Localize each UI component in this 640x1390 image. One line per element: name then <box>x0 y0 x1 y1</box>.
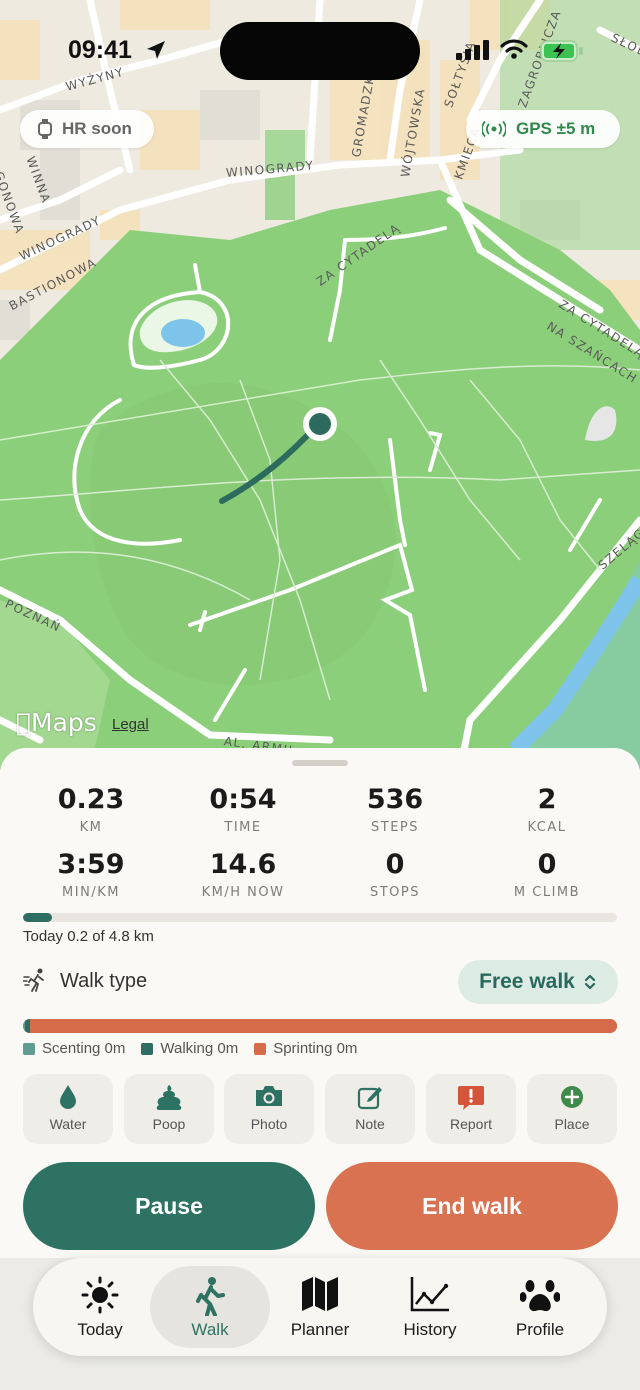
stat-label: M CLIMB <box>513 885 581 900</box>
dynamic-island <box>220 22 420 80</box>
stat-pace: 3:59 MIN/KM <box>16 849 166 900</box>
stat-label: KM <box>79 820 103 835</box>
gps-status-pill[interactable]: GPS ±5 m <box>466 110 620 148</box>
water-button[interactable]: Water <box>23 1074 113 1144</box>
walk-type-icon <box>23 968 44 992</box>
gait-legend: Scenting 0m Walking 0m Sprinting 0m <box>23 1040 357 1057</box>
walk-type-selected: Free walk <box>479 970 575 993</box>
walker-icon <box>196 1277 225 1316</box>
gps-status-label: GPS ±5 m <box>516 119 596 138</box>
stat-label: KCAL <box>527 820 567 835</box>
sheet-drag-handle[interactable] <box>292 760 348 766</box>
stat-steps: 536 STEPS <box>320 784 470 835</box>
daily-goal-text: Today 0.2 of 4.8 km <box>23 928 154 945</box>
place-button[interactable]: Place <box>527 1074 617 1144</box>
stat-distance: 0.23 KM <box>16 784 166 835</box>
report-icon <box>458 1086 484 1110</box>
note-icon <box>357 1087 382 1110</box>
legend-item-sprinting: Sprinting 0m <box>254 1040 357 1057</box>
poop-button[interactable]: Poop <box>124 1074 214 1144</box>
hr-status-pill[interactable]: HR soon <box>20 110 154 148</box>
wifi-icon <box>500 39 528 59</box>
sprinting-swatch <box>254 1042 267 1055</box>
daily-goal-progress-bar <box>23 913 617 922</box>
hr-status-label: HR soon <box>62 119 132 138</box>
stat-kcal: 2 KCAL <box>472 784 622 835</box>
chevron-up-down-icon <box>584 974 595 990</box>
note-button[interactable]: Note <box>325 1074 415 1144</box>
gait-mix-bar <box>23 1019 617 1033</box>
walk-stats-sheet: 0.23 KM 0:54 TIME 536 STEPS 2 KCAL 3:59 MIN/K… <box>0 748 640 1268</box>
stat-value: 14.6 <box>209 849 277 880</box>
walk-type-select[interactable]: Free walk <box>458 960 618 1004</box>
stat-time: 0:54 TIME <box>168 784 318 835</box>
scenting-swatch <box>23 1042 35 1055</box>
stat-label: KM/H NOW <box>201 885 285 900</box>
legend-item-walking: Walking 0m <box>141 1040 238 1057</box>
legend-item-scenting: Scenting 0m <box>23 1040 125 1057</box>
progress-fill <box>23 913 52 922</box>
photo-button[interactable]: Photo <box>224 1074 314 1144</box>
stat-value: 536 <box>366 784 424 815</box>
status-bar: 09:41 <box>0 0 640 100</box>
map-view[interactable]: WYŻYNY SOŁTYSIA ZAGROBLICZA SŁOB WINOGRA… <box>0 0 640 770</box>
stat-value: 0 <box>385 849 405 880</box>
add-place-icon <box>561 1086 583 1108</box>
gait-segment-sprinting <box>30 1019 617 1033</box>
camera-icon <box>256 1086 282 1106</box>
watch-icon <box>38 119 52 139</box>
apple-icon:  <box>16 708 31 737</box>
tab-profile[interactable]: Profile <box>480 1266 600 1348</box>
stat-label: STOPS <box>369 885 421 900</box>
gps-signal-icon <box>482 121 506 137</box>
report-button[interactable]: Report <box>426 1074 516 1144</box>
stat-speed: 14.6 KM/H NOW <box>168 849 318 900</box>
stat-label: STEPS <box>371 820 419 835</box>
walk-type-label: Walk type <box>60 970 148 992</box>
location-arrow-icon <box>147 41 165 59</box>
stat-climb: 0 M CLIMB <box>472 849 622 900</box>
stat-label: MIN/KM <box>62 885 120 900</box>
cellular-signal-icon <box>456 40 489 60</box>
map-icon <box>302 1277 338 1311</box>
chart-icon <box>410 1277 449 1312</box>
tab-planner[interactable]: Planner <box>260 1266 380 1348</box>
sun-icon <box>81 1276 119 1314</box>
tab-walk[interactable]: Walk <box>150 1266 270 1348</box>
end-walk-button[interactable]: End walk <box>326 1162 618 1250</box>
poop-icon <box>156 1085 182 1110</box>
walking-swatch <box>141 1042 154 1055</box>
tab-bar: Today Walk Planner History Profile <box>33 1258 607 1356</box>
stat-value: 0 <box>537 849 557 880</box>
pause-button[interactable]: Pause <box>23 1162 315 1250</box>
paw-icon <box>520 1280 560 1312</box>
water-drop-icon <box>60 1085 76 1109</box>
stat-stops: 0 STOPS <box>320 849 470 900</box>
stat-value: 0:54 <box>209 784 277 815</box>
battery-charging-icon <box>540 40 583 62</box>
legal-link[interactable]: Legal <box>112 716 149 733</box>
status-time: 09:41 <box>68 36 132 64</box>
stat-label: TIME <box>224 820 262 835</box>
apple-maps-logo: Maps <box>16 708 97 737</box>
tab-history[interactable]: History <box>370 1266 490 1348</box>
stat-value: 3:59 <box>57 849 125 880</box>
stat-value: 2 <box>537 784 557 815</box>
stat-value: 0.23 <box>57 784 125 815</box>
tab-today[interactable]: Today <box>40 1266 160 1348</box>
